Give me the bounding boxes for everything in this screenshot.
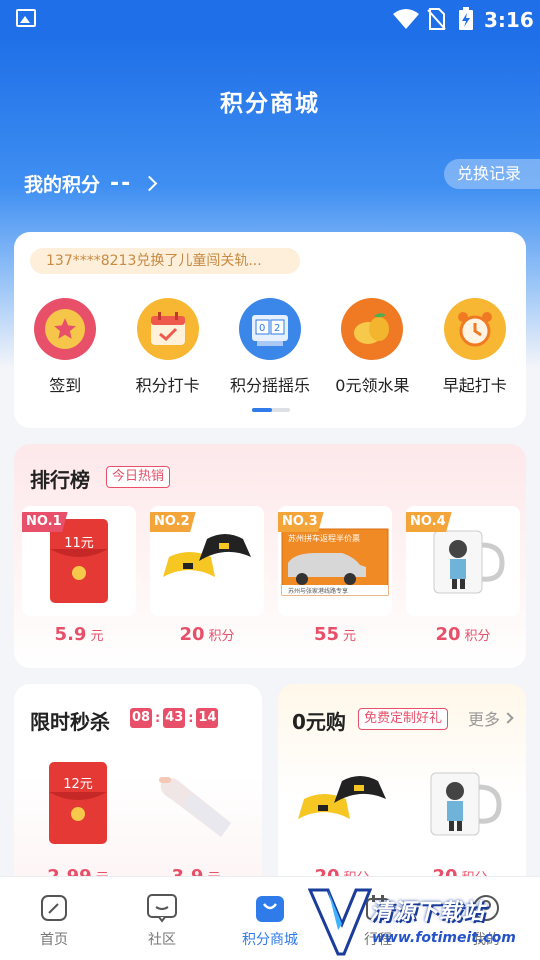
svg-text:苏州与张家港线路专享: 苏州与张家港线路专享 — [288, 587, 348, 595]
watermark-logo-icon — [308, 888, 372, 956]
quick-actions-card: 137****8213兑换了儿童闯关轨... 签到 积分打卡 02 积分摇摇乐 … — [14, 232, 526, 428]
exchange-ticker: 137****8213兑换了儿童闯关轨... — [30, 248, 300, 274]
ranking-item[interactable]: NO.2 20 积分 — [150, 506, 264, 645]
quick-action-points-shake[interactable]: 02 积分摇摇乐 — [219, 298, 321, 396]
calendar-check-icon — [136, 298, 199, 360]
product-image — [408, 748, 512, 858]
countdown-timer: 08 : 43 : 14 — [130, 708, 219, 728]
quick-action-label: 早起打卡 — [442, 376, 507, 395]
svg-text:2: 2 — [274, 323, 280, 334]
flash-sale-item[interactable]: 3.9元 — [144, 748, 248, 887]
wifi-icon — [393, 9, 419, 29]
more-label: 更多 — [468, 710, 501, 729]
product-image — [144, 748, 248, 858]
zero-buy-title: 0元购 — [292, 710, 346, 734]
page-title: 积分商城 — [220, 91, 320, 117]
svg-text:11元: 11元 — [64, 536, 94, 551]
status-bar: 3:16 — [0, 0, 540, 38]
page-indicator — [252, 408, 290, 412]
price-value: 20 — [435, 624, 461, 645]
product-image: NO.3 苏州拼车返程半价票 苏州与张家港线路专享 — [278, 506, 392, 616]
tab-label: 积分商城 — [242, 932, 298, 948]
ranking-item[interactable]: NO.3 苏州拼车返程半价票 苏州与张家港线路专享 55 元 — [278, 506, 392, 645]
product-image: NO.4 — [406, 506, 520, 616]
free-gift-tag: 免费定制好礼 — [358, 708, 449, 730]
my-points-label: 我的积分 — [24, 174, 101, 196]
alarm-clock-icon — [443, 298, 506, 360]
hot-today-tag: 今日热销 — [106, 466, 171, 488]
price-value: 5.9 — [54, 624, 87, 645]
quick-action-free-fruit[interactable]: 0元领水果 — [321, 298, 423, 396]
product-image — [290, 748, 394, 858]
watermark-title: 清源下载站 — [370, 900, 486, 925]
ranking-title: 排行榜 — [30, 468, 90, 492]
exchange-record-button[interactable]: 兑换记录 — [444, 159, 540, 189]
photo-mug-image — [430, 772, 502, 836]
svg-text:0: 0 — [259, 323, 265, 334]
rank-badge: NO.3 — [278, 512, 324, 532]
quick-action-early-checkin[interactable]: 早起打卡 — [424, 298, 526, 396]
quick-action-label: 积分摇摇乐 — [229, 376, 310, 395]
my-points-value: -- — [110, 171, 133, 196]
quick-action-points-checkin[interactable]: 积分打卡 — [116, 298, 218, 396]
community-icon — [145, 891, 179, 925]
slot-machine-icon: 02 — [238, 298, 301, 360]
ranking-card: 排行榜 今日热销 NO.1 11元 5.9 元 NO.2 20 积分 NO.3 … — [14, 444, 526, 668]
price-value: 55 — [313, 624, 340, 645]
timer-seconds: 14 — [196, 708, 219, 728]
red-envelope-image: 12元 — [49, 762, 107, 844]
chevron-right-icon — [142, 175, 158, 192]
ranking-item[interactable]: NO.4 20 积分 — [406, 506, 520, 645]
site-watermark: 清源下载站 www.fotimeit.com — [308, 884, 516, 958]
chevron-right-icon — [502, 712, 514, 724]
arm-sleeve-image — [159, 777, 231, 837]
battery-charging-icon — [459, 7, 473, 30]
home-icon — [37, 891, 71, 925]
shopping-bag-icon — [253, 891, 287, 925]
image-notification-icon — [16, 9, 36, 27]
my-points-link[interactable]: 我的积分 -- — [24, 170, 158, 197]
price-unit: 元 — [90, 629, 104, 644]
no-sim-icon — [427, 8, 446, 30]
clock: 3:16 — [484, 8, 534, 32]
product-image: 12元 — [26, 748, 130, 858]
zero-buy-item[interactable]: 20积分 — [290, 748, 394, 887]
photo-mug-image — [433, 530, 505, 594]
timer-hours: 08 — [130, 708, 152, 728]
flash-sale-item[interactable]: 12元 2.99元 — [26, 748, 130, 887]
tab-home[interactable]: 首页 — [0, 877, 108, 960]
price-unit: 积分 — [208, 629, 235, 644]
bucket-hat-image — [163, 534, 251, 577]
quick-action-label: 积分打卡 — [135, 376, 200, 395]
more-link[interactable]: 更多 — [468, 706, 514, 730]
product-image: NO.1 11元 — [22, 506, 136, 616]
flash-sale-title: 限时秒杀 — [30, 710, 110, 734]
watermark-url: www.fotimeit.com — [372, 930, 516, 946]
quick-action-sign-in[interactable]: 签到 — [14, 298, 116, 396]
tab-community[interactable]: 社区 — [108, 877, 216, 960]
quick-action-label: 0元领水果 — [335, 376, 410, 395]
zero-buy-item[interactable]: 20积分 — [408, 748, 512, 887]
bucket-hat-image — [298, 776, 386, 819]
tab-label: 首页 — [40, 932, 68, 948]
ticket-voucher-image: 苏州拼车返程半价票 苏州与张家港线路专享 — [281, 528, 389, 596]
mango-icon — [341, 298, 404, 360]
product-image: NO.2 — [150, 506, 264, 616]
ranking-item[interactable]: NO.1 11元 5.9 元 — [22, 506, 136, 645]
price-unit: 元 — [343, 629, 357, 644]
star-coin-icon — [34, 298, 97, 360]
svg-text:苏州拼车返程半价票: 苏州拼车返程半价票 — [288, 533, 360, 543]
price-unit: 积分 — [464, 629, 491, 644]
rank-badge: NO.4 — [406, 512, 452, 532]
timer-minutes: 43 — [163, 708, 186, 728]
rank-badge: NO.2 — [150, 512, 196, 532]
rank-badge: NO.1 — [22, 512, 68, 532]
svg-text:12元: 12元 — [63, 777, 93, 792]
quick-action-label: 签到 — [49, 376, 82, 395]
tab-label: 社区 — [148, 932, 176, 948]
price-value: 20 — [179, 624, 205, 645]
